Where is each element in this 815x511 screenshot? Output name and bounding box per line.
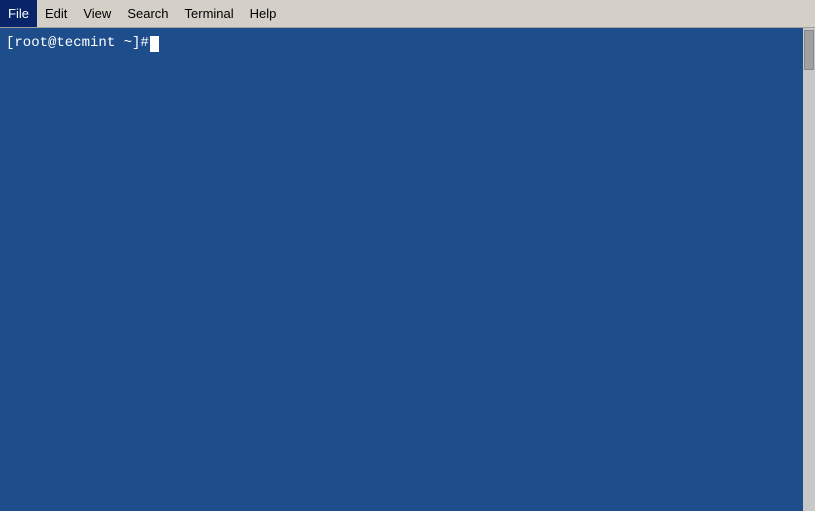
terminal-prompt: [root@tecmint ~]#	[6, 34, 149, 54]
menu-edit[interactable]: Edit	[37, 0, 75, 27]
scrollbar-thumb[interactable]	[804, 30, 814, 70]
menu-help[interactable]: Help	[242, 0, 285, 27]
menu-terminal[interactable]: Terminal	[177, 0, 242, 27]
menu-file[interactable]: File	[0, 0, 37, 27]
menu-view[interactable]: View	[75, 0, 119, 27]
menubar: File Edit View Search Terminal Help	[0, 0, 815, 28]
menu-search[interactable]: Search	[119, 0, 176, 27]
terminal-prompt-line: [root@tecmint ~]#	[6, 34, 809, 54]
scrollbar[interactable]	[803, 28, 815, 511]
terminal-cursor	[150, 36, 159, 52]
terminal-area[interactable]: [root@tecmint ~]#	[0, 28, 815, 511]
